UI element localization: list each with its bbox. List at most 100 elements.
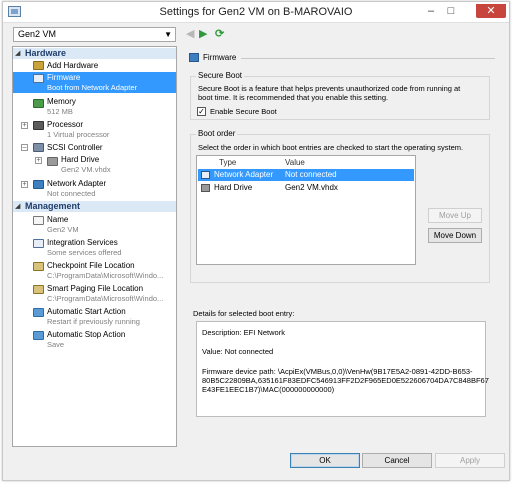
move-down-button[interactable]: Move Down [428,228,482,243]
sidebar-item-sublabel: C:\ProgramData\Microsoft\Windo... [47,294,164,303]
close-button[interactable]: ✕ [476,4,506,18]
collapse-triangle-icon: ◢ [15,50,21,57]
forward-arrow-icon[interactable]: ▶ [199,28,207,40]
sidebar-item-label: Name [47,215,69,224]
ok-button[interactable]: OK [290,453,360,468]
sidebar-item-hard-drive[interactable]: + Hard Drive Gen2 VM.vhdx [13,154,176,175]
back-arrow-icon[interactable]: ◀ [186,28,194,40]
sidebar-item-checkpoint-location[interactable]: Checkpoint File Location C:\ProgramData\… [13,260,176,281]
apply-button[interactable]: Apply [435,453,505,468]
boot-order-title: Boot order [196,129,238,138]
sidebar-item-label: Network Adapter [47,179,107,188]
settings-tree: ◢ Hardware Add Hardware Firmware Boot fr… [12,46,177,447]
integration-services-icon [33,239,44,248]
column-header-type: Type [219,158,237,167]
add-hardware-icon [33,61,44,70]
boot-entry-row[interactable]: Hard Drive Gen2 VM.vhdx [198,182,414,194]
network-adapter-icon [201,171,210,179]
sidebar-item-integration-services[interactable]: Integration Services Some services offer… [13,237,176,258]
folder-icon [33,285,44,294]
expand-plus-icon[interactable]: + [21,122,28,129]
sidebar-item-automatic-stop[interactable]: Automatic Stop Action Save [13,329,176,350]
maximize-button[interactable]: □ [443,4,459,18]
details-description: Description: EFI Network [202,328,285,337]
header-divider [241,58,495,59]
refresh-icon[interactable]: ⟳ [215,28,224,40]
expand-plus-icon[interactable]: + [21,181,28,188]
toolbar: Gen2 VM ▼ ◀ ▶ ⟳ [3,24,509,44]
sidebar-item-label: Automatic Start Action [47,307,126,316]
sidebar-item-name[interactable]: Name Gen2 VM [13,214,176,235]
secure-boot-desc-line1: Secure Boot is a feature that helps prev… [198,84,461,93]
boot-entry-value: Gen2 VM.vhdx [285,183,338,192]
secure-boot-title: Secure Boot [196,71,245,80]
sidebar-item-label: Processor [47,120,84,129]
sidebar-item-add-hardware[interactable]: Add Hardware [13,60,176,71]
memory-icon [33,99,44,108]
details-label: Details for selected boot entry: [193,309,295,318]
boot-entry-details: Description: EFI Network Value: Not conn… [196,321,489,417]
hard-drive-icon [201,184,210,192]
details-value: Value: Not connected [202,347,274,356]
sidebar-item-label: Checkpoint File Location [47,261,135,270]
sidebar-item-label: Integration Services [47,238,118,247]
expand-plus-icon[interactable]: + [35,157,42,164]
hard-drive-icon [47,157,58,166]
collapse-triangle-icon: ◢ [15,203,21,210]
checkpoint-icon [33,262,44,271]
collapse-minus-icon[interactable]: – [21,144,28,151]
boot-entry-row[interactable]: Network Adapter Not connected [198,169,414,181]
network-adapter-icon [33,180,44,189]
sidebar-item-firmware[interactable]: Firmware Boot from Network Adapter [13,72,176,93]
scsi-controller-icon [33,143,44,152]
hardware-section-header[interactable]: ◢ Hardware [13,48,176,59]
processor-icon [33,121,44,130]
sidebar-item-memory[interactable]: Memory 512 MB [13,96,176,117]
settings-window: Settings for Gen2 VM on B-MAROVAIO – □ ✕… [2,1,510,481]
sidebar-item-scsi-controller[interactable]: – SCSI Controller [13,142,176,153]
secure-boot-desc-line2: boot time. It is recommended that you en… [198,93,389,102]
firmware-icon [189,53,199,62]
sidebar-item-label: SCSI Controller [47,143,103,152]
details-path-line3: E43FE1EEC1B7)\MAC(000000000000) [202,385,335,394]
sidebar-item-label: Hard Drive [61,155,100,164]
panel-title: Firmware [203,53,237,62]
sidebar-item-sublabel: Gen2 VM [47,225,79,234]
cancel-button[interactable]: Cancel [362,453,432,468]
sidebar-item-processor[interactable]: + Processor 1 Virtual processor [13,119,176,140]
start-action-icon [33,308,44,317]
vm-dropdown-value: Gen2 VM [18,29,57,39]
enable-secure-boot-label: Enable Secure Boot [210,107,277,116]
enable-secure-boot-checkbox[interactable]: ✓ [197,107,206,116]
sidebar-item-sublabel: Not connected [47,189,96,198]
sidebar-item-smart-paging-location[interactable]: Smart Paging File Location C:\ProgramDat… [13,283,176,304]
sidebar-item-sublabel: Boot from Network Adapter [47,83,138,92]
sidebar-item-network-adapter[interactable]: + Network Adapter Not connected [13,178,176,199]
sidebar-item-label: Add Hardware [47,61,99,70]
boot-order-group: Boot order Select the order in which boo… [190,129,490,283]
sidebar-item-sublabel: 512 MB [47,107,73,116]
details-path-line2: 80B5C22809BA,635161F83EDFC546913FF2D2F96… [202,376,489,385]
management-section-header[interactable]: ◢ Management [13,201,176,212]
name-icon [33,216,44,225]
sidebar-item-label: Memory [47,97,76,106]
boot-entry-value: Not connected [285,170,337,179]
minimize-button[interactable]: – [423,4,439,18]
sidebar-item-label: Firmware [47,73,81,82]
sidebar-item-automatic-start[interactable]: Automatic Start Action Restart if previo… [13,306,176,327]
sidebar-item-label: Automatic Stop Action [47,330,126,339]
boot-order-list[interactable]: Type Value Network Adapter Not connected… [196,155,416,265]
sidebar-item-sublabel: C:\ProgramData\Microsoft\Windo... [47,271,164,280]
move-up-button[interactable]: Move Up [428,208,482,223]
boot-order-desc: Select the order in which boot entries a… [198,143,464,152]
sidebar-item-sublabel: Save [47,340,65,349]
stop-action-icon [33,331,44,340]
vm-dropdown[interactable]: Gen2 VM ▼ [13,27,176,42]
sidebar-item-sublabel: Some services offered [47,248,122,257]
title-bar: Settings for Gen2 VM on B-MAROVAIO – □ ✕ [3,2,509,23]
sidebar-item-sublabel: Restart if previously running [47,317,140,326]
secure-boot-group: Secure Boot Secure Boot is a feature tha… [190,71,490,120]
firmware-icon [33,74,44,83]
sidebar-item-label: Smart Paging File Location [47,284,144,293]
boot-entry-type: Hard Drive [214,183,253,192]
